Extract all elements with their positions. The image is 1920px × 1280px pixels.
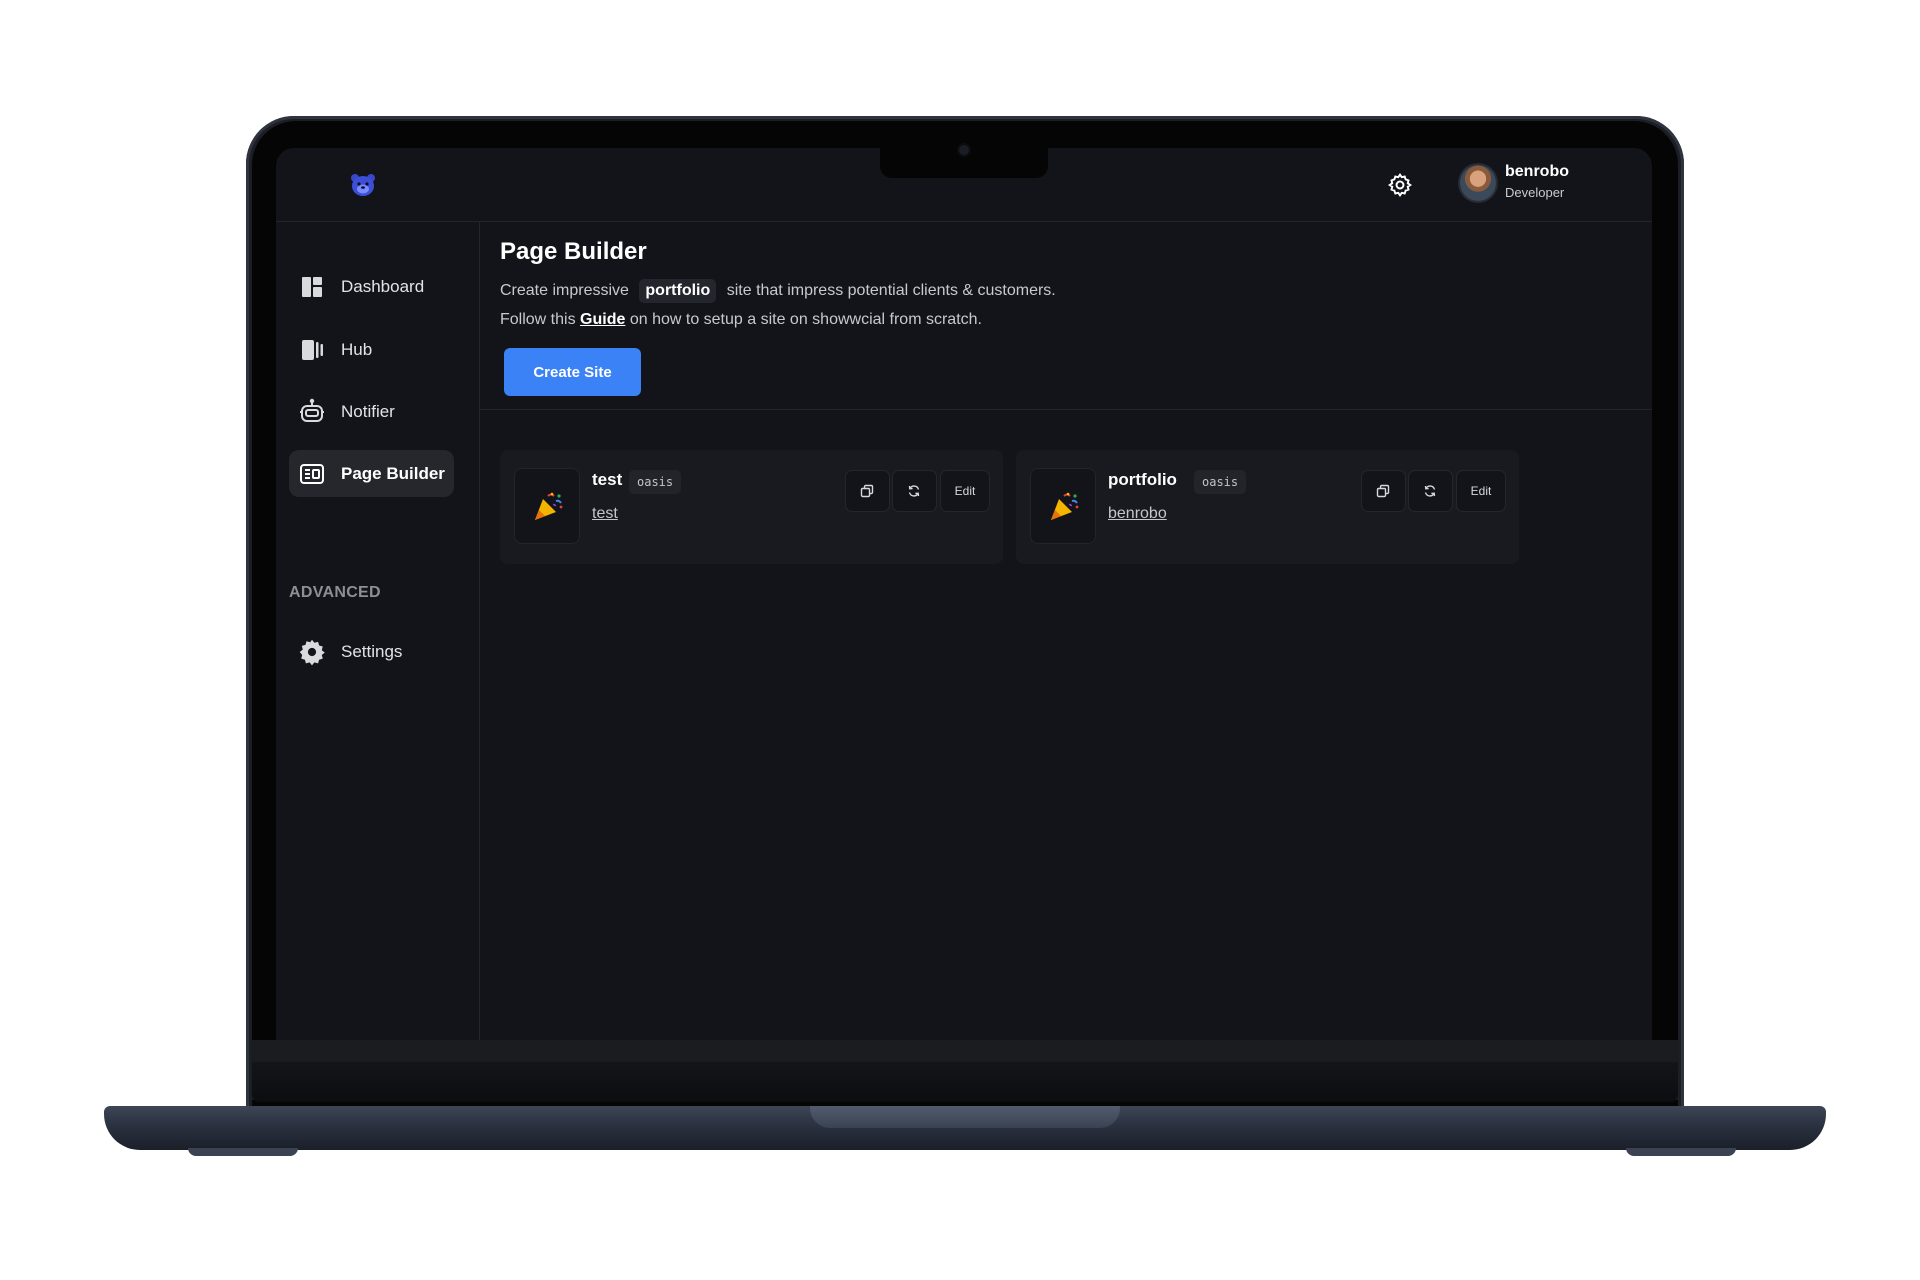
sidebar-item-notifier[interactable]: Notifier	[289, 388, 454, 435]
description-text: site that impress potential clients & cu…	[726, 282, 1056, 299]
page-description: Create impressive portfolio site that im…	[500, 279, 1056, 303]
copy-icon	[1376, 484, 1390, 498]
site-card: portfolio oasis benrobo Edit	[1016, 450, 1519, 564]
sidebar-item-dashboard[interactable]: Dashboard	[289, 263, 454, 310]
sidebar-item-label: Settings	[341, 642, 403, 661]
site-name: portfolio	[1108, 470, 1177, 489]
copy-icon	[860, 484, 874, 498]
guide-line: Follow this Guide on how to setup a site…	[500, 311, 982, 329]
copy-button[interactable]	[1361, 470, 1406, 512]
sidebar-item-label: Dashboard	[341, 277, 425, 296]
site-card: test oasis test Edit	[500, 450, 1003, 564]
sidebar: Dashboard Hub Notifier Page Builder ADVA…	[276, 222, 480, 1040]
sidebar-item-page-builder[interactable]: Page Builder	[289, 450, 454, 497]
refresh-icon	[1424, 485, 1436, 497]
robot-icon	[300, 398, 324, 422]
camera-icon	[959, 145, 969, 155]
site-link[interactable]: benrobo	[1108, 505, 1167, 523]
sidebar-item-label: Page Builder	[341, 464, 445, 483]
laptop-chin-edge	[252, 1062, 1678, 1102]
guide-link[interactable]: Guide	[580, 311, 625, 328]
copy-button[interactable]	[845, 470, 890, 512]
guide-text: on how to setup a site on showwcial from…	[629, 311, 982, 328]
sidebar-item-settings[interactable]: Settings	[289, 628, 454, 675]
sidebar-item-label: Hub	[341, 340, 373, 359]
template-tag: oasis	[1194, 470, 1247, 494]
sidebar-section-advanced: ADVANCED	[289, 584, 381, 601]
page-title: Page Builder	[500, 238, 647, 265]
sync-button[interactable]	[1408, 470, 1453, 512]
create-site-button[interactable]: Create Site	[504, 348, 641, 396]
template-tag: oasis	[629, 470, 682, 494]
laptop-foot-right	[1626, 1148, 1736, 1156]
settings-gear-icon	[299, 639, 325, 666]
sidebar-item-hub[interactable]: Hub	[289, 326, 454, 373]
user-role: Developer	[1505, 185, 1565, 200]
guide-text: Follow this	[500, 311, 576, 328]
screen: benrobo Developer Dashboard Hub Notifier…	[276, 148, 1652, 1040]
highlight-pill: portfolio	[639, 279, 717, 303]
app-logo-icon[interactable]	[349, 171, 377, 199]
refresh-icon	[908, 485, 920, 497]
user-name: benrobo	[1505, 163, 1569, 180]
description-text: Create impressive	[500, 282, 629, 299]
edit-button[interactable]: Edit	[1456, 470, 1506, 512]
site-link[interactable]: test	[592, 505, 618, 523]
hub-icon	[302, 340, 323, 360]
edit-button[interactable]: Edit	[940, 470, 990, 512]
site-thumbnail[interactable]	[514, 468, 580, 544]
party-popper-icon	[1051, 492, 1079, 520]
user-avatar[interactable]	[1460, 165, 1496, 201]
site-name: test	[592, 470, 623, 489]
party-popper-icon	[535, 492, 563, 520]
dashboard-icon	[302, 277, 322, 297]
sync-button[interactable]	[892, 470, 937, 512]
laptop-base-notch	[810, 1106, 1120, 1128]
site-thumbnail[interactable]	[1030, 468, 1096, 544]
main-content: Page Builder Create impressive portfolio…	[480, 222, 1652, 1040]
laptop-foot-left	[188, 1148, 298, 1156]
sidebar-item-label: Notifier	[341, 402, 395, 421]
page-builder-icon	[300, 464, 324, 484]
settings-gear-icon[interactable]	[1387, 172, 1413, 198]
section-divider	[480, 409, 1652, 410]
